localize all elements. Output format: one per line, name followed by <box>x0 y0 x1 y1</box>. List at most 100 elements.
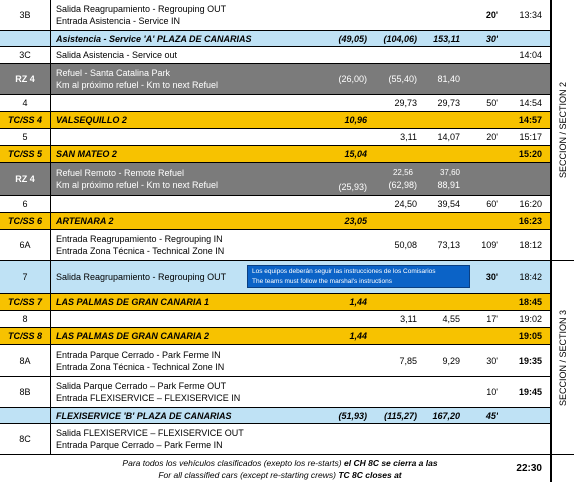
row-ss-km: 23,05 <box>344 216 367 226</box>
row-desc-line1: ARTENARA 2 <box>56 216 114 226</box>
footer-line-1-bold: el CH 8C se cierra a las <box>344 458 438 468</box>
row-description: FLEXISERVICE 'B' PLAZA DE CANARIAS <box>52 408 327 423</box>
table-row: TC/SS 7 LAS PALMAS DE GRAN CANARIA 1 1,4… <box>0 294 550 311</box>
row-time: 19:05 <box>518 331 542 341</box>
row-id <box>0 408 51 423</box>
table-row: 4 29,73 29,73 50' 14:54 <box>0 95 550 112</box>
row-desc-line1: Asistencia - Service 'A' PLAZA DE CANARI… <box>56 33 252 44</box>
table-row: TC/SS 6 ARTENARA 2 23,05 16:23 <box>0 213 550 230</box>
row-total-km-total: 88,91 <box>437 180 460 190</box>
row-description: LAS PALMAS DE GRAN CANARIA 1 <box>52 294 327 310</box>
footer-line-2: For all classified cars (except re-start… <box>60 469 500 481</box>
row-total-km: 9,29 <box>442 355 460 366</box>
notice-line-1: Los equipos deberán seguir las instrucci… <box>252 268 436 275</box>
row-ss-km: (26,00) <box>338 74 367 84</box>
row-id: TC/SS 4 <box>0 112 51 128</box>
row-desc-line2: Entrada Asistencia - Service IN <box>56 16 181 26</box>
row-description: SAN MATEO 2 <box>52 146 327 162</box>
row-total-km: 81,40 <box>437 74 460 84</box>
row-liaison-km: (104,06) <box>383 33 417 44</box>
row-total-km: 14,07 <box>437 132 460 142</box>
table-row: 5 3,11 14,07 20' 15:17 <box>0 129 550 146</box>
table-row: 8 3,11 4,55 17' 19:02 <box>0 311 550 328</box>
footer-row: Para todos los vehículos clasificados (e… <box>0 455 550 482</box>
row-desc-line1: Salida Reagrupamiento - Regrouping OUT <box>56 272 227 282</box>
row-time: 18:42 <box>519 272 542 282</box>
table-row: 3B Salida Reagrupamiento - Regrouping OU… <box>0 0 550 31</box>
row-id: TC/SS 6 <box>0 213 51 229</box>
row-time: 14:57 <box>518 115 542 125</box>
table-row: 8C Salida FLEXISERVICE – FLEXISERVICE OU… <box>0 424 550 455</box>
row-time: 15:17 <box>519 132 542 142</box>
row-time-allowed: 20' <box>486 132 498 142</box>
row-id: TC/SS 8 <box>0 328 51 344</box>
row-description: Entrada Reagrupamiento - Regrouping IN E… <box>52 230 327 260</box>
row-time-allowed: 20' <box>485 10 498 20</box>
row-desc-line2: Entrada Zona Técnica - Technical Zone IN <box>56 361 225 372</box>
row-time: 16:23 <box>518 216 542 226</box>
marshal-notice: Los equipos deberán seguir las instrucci… <box>247 265 470 288</box>
row-desc-line1: Salida Reagrupamiento - Regrouping OUT <box>56 4 227 14</box>
row-desc-line1: Refuel Remoto - Remote Refuel <box>56 168 185 178</box>
row-liaison-km: 24,50 <box>394 199 417 209</box>
row-description: Refuel Remoto - Remote Refuel Km al próx… <box>52 163 327 195</box>
row-time: 15:20 <box>518 149 542 159</box>
row-total-km-partial: 37,60 <box>439 168 460 177</box>
table-row: 3C Salida Asistencia - Service out 14:04 <box>0 47 550 64</box>
row-description: Salida Parque Cerrado – Park Ferme OUT E… <box>52 377 327 407</box>
table-row: TC/SS 8 LAS PALMAS DE GRAN CANARIA 2 1,4… <box>0 328 550 345</box>
row-time-allowed: 50' <box>486 98 498 108</box>
table-row: RZ 4 Refuel - Santa Catalina Park Km al … <box>0 64 550 95</box>
row-ss-km: 15,04 <box>344 149 367 159</box>
row-liaison-km: 29,73 <box>394 98 417 108</box>
row-total-km: 37,60 88,91 <box>417 163 460 195</box>
row-id: RZ 4 <box>0 163 51 195</box>
row-description: ARTENARA 2 <box>52 213 327 229</box>
row-desc-line1: Entrada Parque Cerrado - Park Ferme IN <box>56 349 221 360</box>
row-id: TC/SS 7 <box>0 294 51 310</box>
row-desc-line2: Entrada Zona Técnica - Technical Zone IN <box>56 246 225 256</box>
row-ss-km: 1,44 <box>349 331 367 341</box>
row-total-km: 167,20 <box>432 410 460 421</box>
row-description: Refuel - Santa Catalina Park Km al próxi… <box>52 64 327 94</box>
row-description: Asistencia - Service 'A' PLAZA DE CANARI… <box>52 31 327 46</box>
row-time: 14:04 <box>519 50 542 60</box>
row-ss-km: 1,44 <box>349 297 367 307</box>
section-3-text: SECCION / SECTION 3 <box>558 309 568 406</box>
row-time: 19:45 <box>518 387 542 397</box>
footer-line-1-text: Para todos los vehículos clasificados (e… <box>122 458 344 468</box>
row-description: VALSEQUILLO 2 <box>52 112 327 128</box>
row-desc-line1: Salida FLEXISERVICE – FLEXISERVICE OUT <box>56 428 244 438</box>
row-id: 6 <box>0 196 51 212</box>
row-desc-line1: Salida Asistencia - Service out <box>56 50 178 60</box>
row-liaison-km-total: (62,98) <box>388 180 417 190</box>
table-row: TC/SS 4 VALSEQUILLO 2 10,96 14:57 <box>0 112 550 129</box>
row-id: 3B <box>0 0 51 30</box>
row-desc-line1: Refuel - Santa Catalina Park <box>56 68 171 78</box>
row-desc-line1: SAN MATEO 2 <box>56 149 117 159</box>
row-id: 8B <box>0 377 51 407</box>
row-desc-line2: Entrada FLEXISERVICE – FLEXISERVICE IN <box>56 393 241 403</box>
row-ss-km: 10,96 <box>344 115 367 125</box>
row-id: 5 <box>0 129 51 145</box>
row-total-km: 4,55 <box>442 314 460 324</box>
row-id: 4 <box>0 95 51 111</box>
row-time: 19:35 <box>518 355 542 366</box>
footer-time: 22:30 <box>516 463 542 474</box>
row-ss-km: (49,05) <box>338 33 367 44</box>
row-desc-line1: Salida Parque Cerrado – Park Ferme OUT <box>56 381 227 391</box>
row-liaison-km: 50,08 <box>394 240 417 250</box>
row-total-km: 29,73 <box>437 98 460 108</box>
row-total-km: 73,13 <box>437 240 460 250</box>
row-ss-km: (51,93) <box>338 410 367 421</box>
row-time-allowed: 45' <box>485 410 498 421</box>
row-desc-line2: Km al próximo refuel - Km to next Refuel <box>56 180 219 190</box>
row-time-allowed: 10' <box>486 387 498 397</box>
section-2-text: SECCION / SECTION 2 <box>558 81 568 179</box>
row-ss-km: (25,93) <box>338 182 367 192</box>
footer-line-2-text: For all classified cars (except re-start… <box>158 470 339 480</box>
row-total-km: 153,11 <box>433 33 460 44</box>
row-id: 8C <box>0 424 51 454</box>
row-id: 7 <box>0 261 51 293</box>
row-desc-line1: FLEXISERVICE 'B' PLAZA DE CANARIAS <box>56 410 232 421</box>
